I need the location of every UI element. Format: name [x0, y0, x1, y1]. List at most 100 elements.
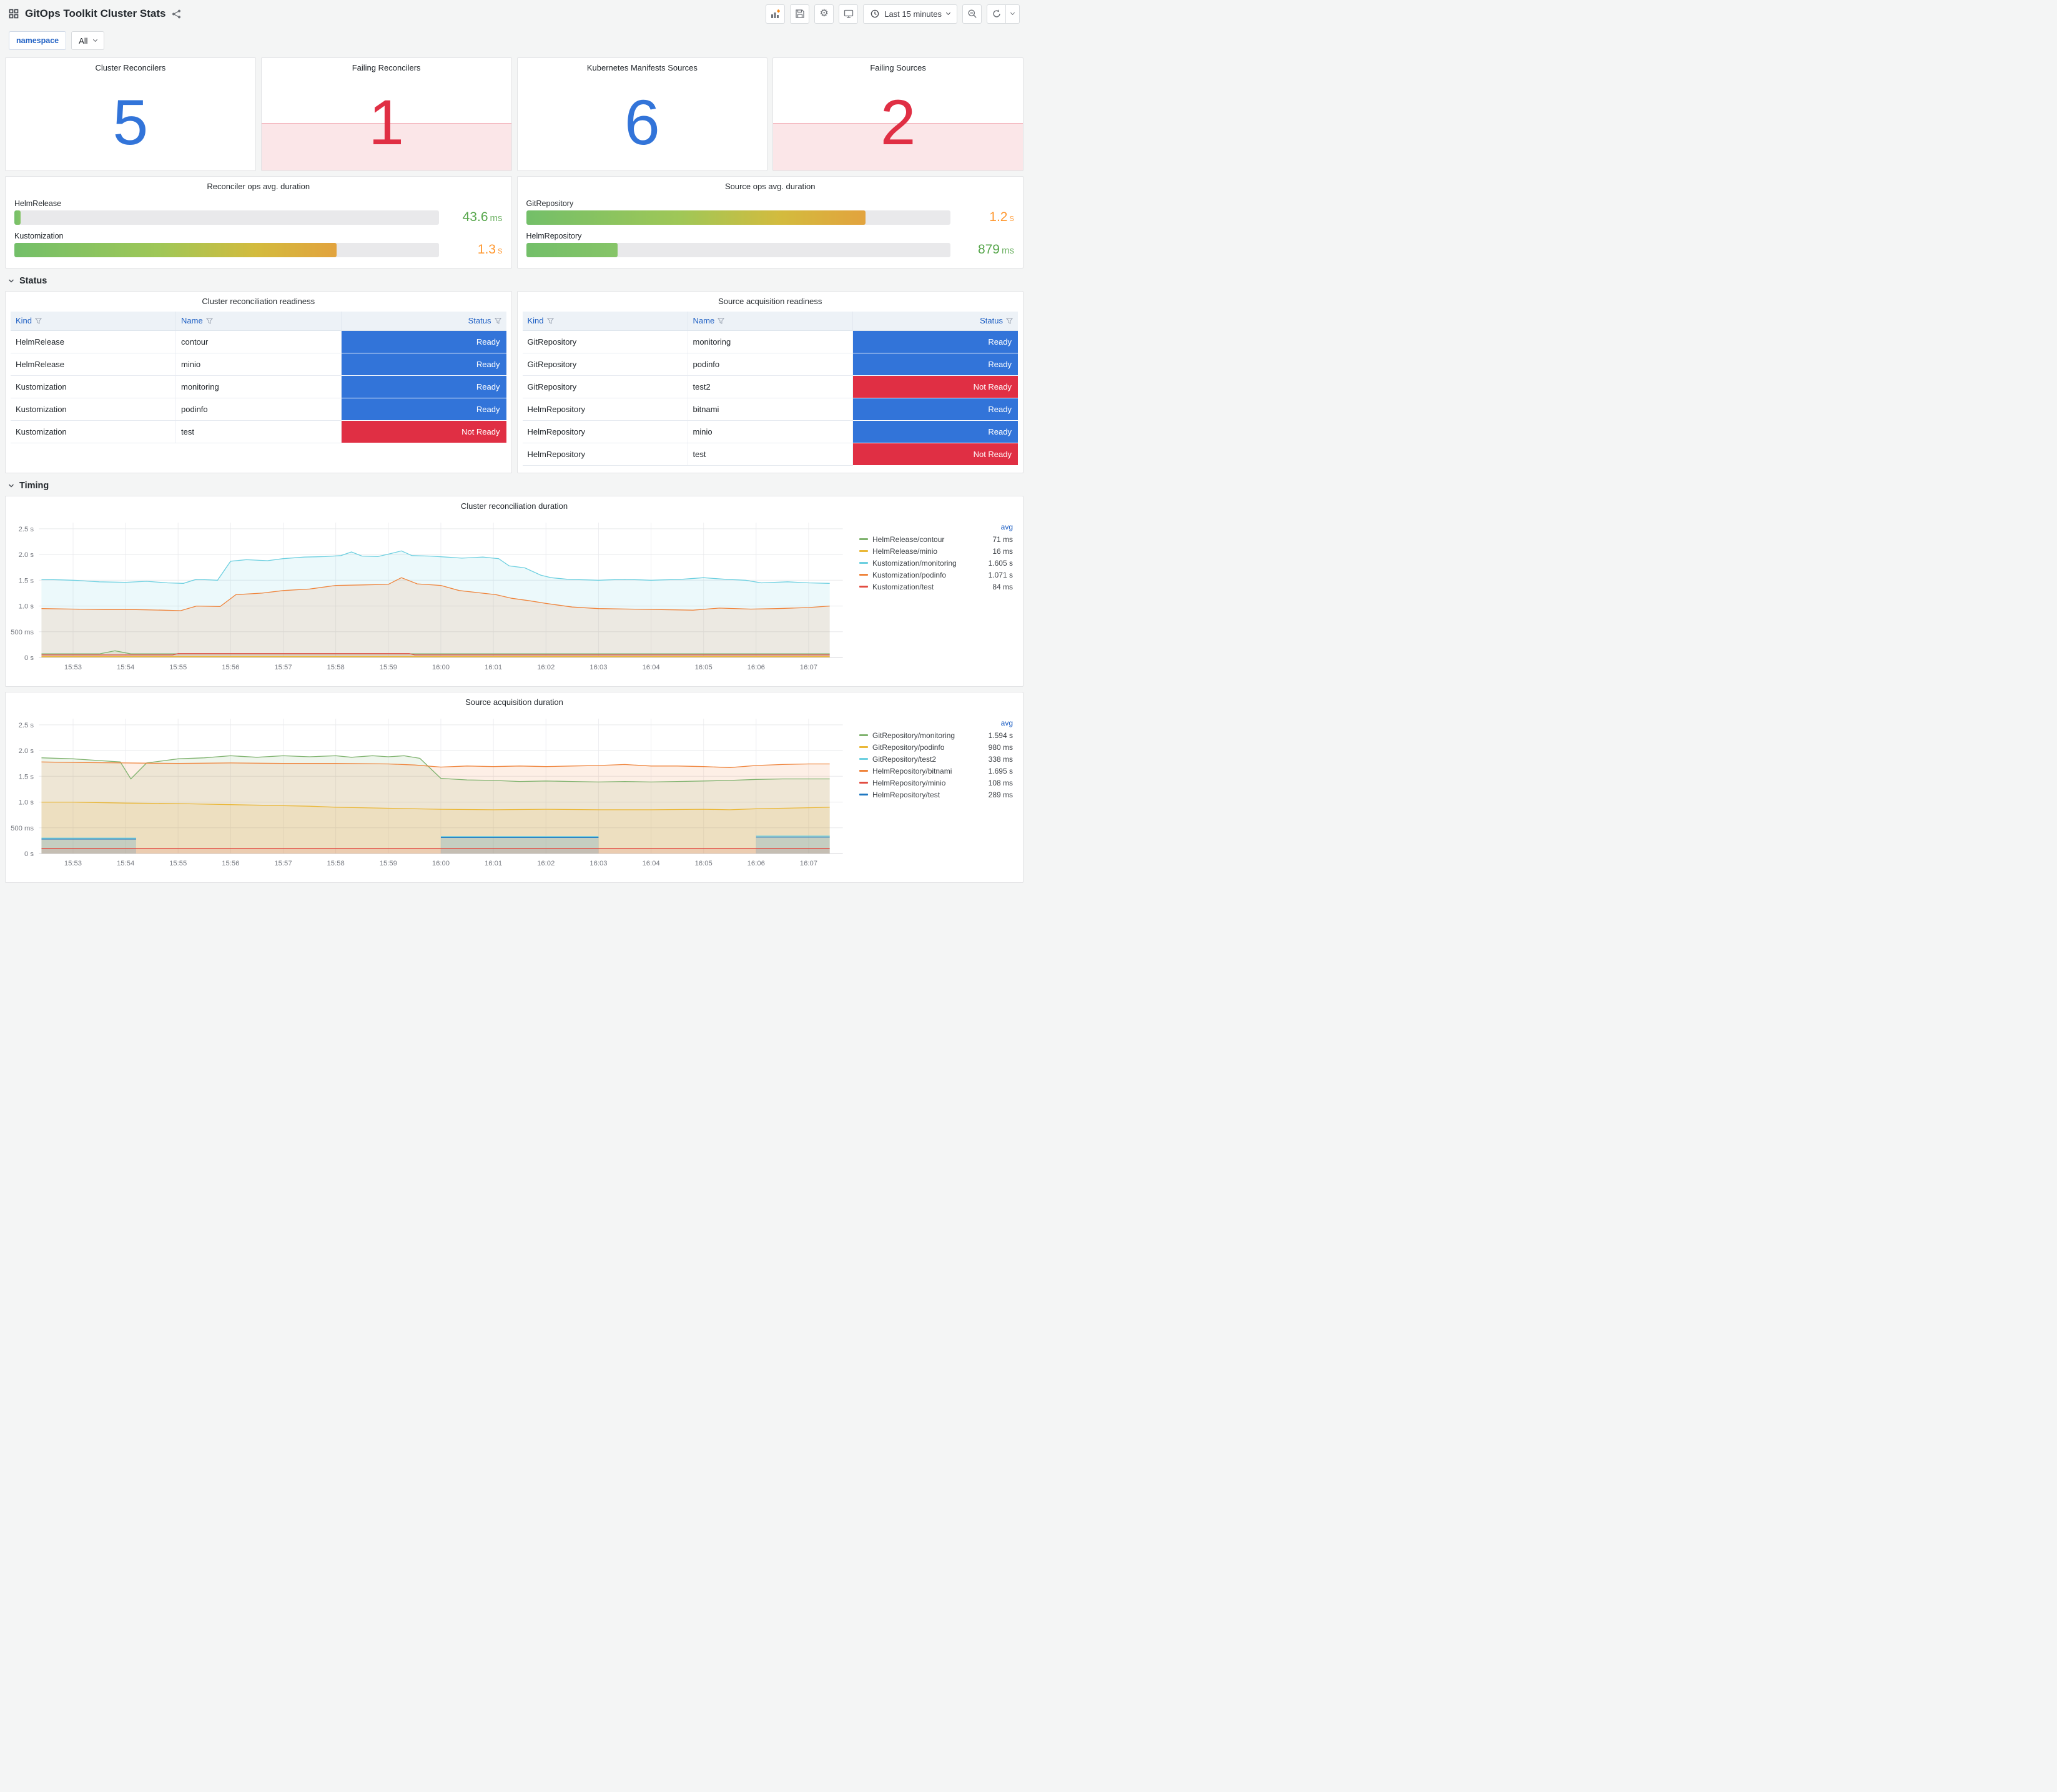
cell-kind: HelmRelease — [11, 330, 176, 353]
svg-text:16:05: 16:05 — [695, 664, 713, 671]
table-row: GitRepository podinfo Ready — [522, 353, 1018, 376]
svg-text:2.5 s: 2.5 s — [19, 722, 34, 729]
table-wrap: Kind Name Status GitRepository monitoring Rea… — [518, 310, 1024, 471]
svg-text:16:02: 16:02 — [537, 664, 555, 671]
section-timing[interactable]: Timing — [5, 476, 1024, 496]
legend-item[interactable]: GitRepository/test2 338 ms — [859, 753, 1013, 765]
svg-text:1.0 s: 1.0 s — [19, 799, 34, 807]
column-header-name[interactable]: Name — [175, 312, 342, 331]
filter-icon[interactable] — [205, 318, 213, 324]
tables-row: Cluster reconciliation readiness Kind Name… — [5, 291, 1024, 473]
chart-panel-0: Cluster reconciliation duration 15:53 15:5… — [5, 496, 1024, 687]
cell-status: Ready — [852, 398, 1018, 421]
variables-bar: namespace All — [5, 27, 1024, 57]
add-panel-button[interactable] — [766, 4, 786, 24]
svg-text:16:06: 16:06 — [747, 664, 765, 671]
column-header-kind[interactable]: Kind — [11, 312, 176, 331]
share-icon[interactable] — [172, 9, 181, 19]
cell-name: podinfo — [175, 398, 342, 421]
gauge-label: HelmRepository — [526, 232, 582, 240]
status-badge: Ready — [853, 398, 1018, 420]
gauge-value-number: 1.3 — [477, 242, 496, 257]
legend-item[interactable]: HelmRepository/minio 108 ms — [859, 777, 1013, 789]
legend-item[interactable]: HelmRelease/contour 71 ms — [859, 533, 1013, 545]
gauge-value-number: 879 — [977, 242, 1000, 257]
svg-text:15:58: 15:58 — [327, 664, 345, 671]
panel-title[interactable]: Source acquisition readiness — [518, 292, 1024, 310]
cell-kind: GitRepository — [522, 330, 688, 353]
gauge-bar-fill — [526, 210, 866, 225]
cell-status: Not Ready — [341, 420, 506, 443]
refresh-button[interactable] — [987, 4, 1006, 24]
status-badge: Not Ready — [853, 375, 1018, 398]
panel-title[interactable]: Cluster reconciliation readiness — [6, 292, 511, 310]
apps-icon[interactable] — [9, 9, 19, 19]
svg-text:0 s: 0 s — [24, 850, 34, 858]
svg-text:500 ms: 500 ms — [11, 629, 34, 636]
zoom-out-button[interactable] — [962, 4, 982, 24]
legend-series-avg: 1.071 s — [988, 570, 1013, 579]
tv-mode-button[interactable] — [839, 4, 859, 24]
variable-namespace-select[interactable]: All — [71, 31, 104, 50]
legend-item[interactable]: Kustomization/monitoring 1.605 s — [859, 557, 1013, 569]
legend-item[interactable]: GitRepository/monitoring 1.594 s — [859, 729, 1013, 741]
column-header-name[interactable]: Name — [688, 312, 853, 331]
gauge-bar-fill — [526, 242, 618, 257]
panel-title[interactable]: Source acquisition duration — [6, 692, 1023, 711]
svg-text:2.0 s: 2.0 s — [19, 551, 34, 559]
filter-icon[interactable] — [1005, 318, 1014, 324]
legend-item[interactable]: HelmRelease/minio 16 ms — [859, 545, 1013, 557]
filter-icon[interactable] — [494, 318, 501, 324]
svg-text:2.5 s: 2.5 s — [19, 526, 34, 533]
svg-text:16:03: 16:03 — [589, 664, 607, 671]
legend-item[interactable]: HelmRepository/bitnami 1.695 s — [859, 765, 1013, 777]
filter-icon[interactable] — [546, 318, 554, 324]
chart-body: 15:53 15:54 15:55 15:56 15:57 15:58 15:59 16:00… — [6, 515, 1023, 677]
table-row: Kustomization test Not Ready — [11, 420, 506, 443]
table-header-row: Kind Name Status — [522, 312, 1018, 331]
settings-button[interactable]: ⚙ — [814, 4, 834, 24]
source-acquisition-plot[interactable]: 15:53 15:54 15:55 15:56 15:57 15:58 15:59 16:00… — [7, 712, 852, 870]
status-badge: Ready — [853, 353, 1018, 375]
svg-text:16:00: 16:00 — [432, 860, 450, 867]
add-panel-icon — [771, 9, 781, 18]
legend-item[interactable]: Kustomization/podinfo 1.071 s — [859, 569, 1013, 581]
panel-title[interactable]: Source ops avg. duration — [518, 177, 1024, 195]
panel-title[interactable]: Cluster reconciliation duration — [6, 496, 1023, 515]
legend-series-name: HelmRepository/minio — [872, 778, 946, 787]
filter-icon[interactable] — [718, 318, 725, 324]
cell-status: Not Ready — [852, 443, 1018, 466]
legend-item[interactable]: Kustomization/test 84 ms — [859, 581, 1013, 593]
table-row: HelmRepository minio Ready — [522, 420, 1018, 443]
column-header-kind[interactable]: Kind — [522, 312, 688, 331]
svg-text:16:07: 16:07 — [800, 860, 817, 867]
column-header-label: Kind — [16, 316, 32, 326]
legend-series-name: GitRepository/monitoring — [872, 731, 955, 740]
filter-icon[interactable] — [34, 318, 42, 324]
legend-item[interactable]: HelmRepository/test 289 ms — [859, 789, 1013, 800]
legend-avg-header: avg — [1000, 719, 1013, 727]
table-body: HelmRelease contour Ready HelmRelease minio R… — [11, 330, 506, 443]
bar-gauge: Kustomization 1.3 s — [14, 232, 503, 257]
legend-series-avg: 16 ms — [992, 546, 1013, 556]
save-dashboard-button[interactable] — [790, 4, 810, 24]
stat-panel-0: Cluster Reconcilers 5 — [5, 57, 256, 171]
legend-series-avg: 1.594 s — [988, 731, 1013, 740]
save-icon — [796, 9, 804, 18]
column-header-status[interactable]: Status — [852, 312, 1018, 331]
gauge-value-number: 43.6 — [462, 210, 488, 224]
time-range-picker[interactable]: Last 15 minutes — [863, 4, 957, 24]
column-header-status[interactable]: Status — [341, 312, 506, 331]
status-badge: Not Ready — [853, 443, 1018, 465]
refresh-interval-dropdown[interactable] — [1006, 4, 1020, 24]
panel-title[interactable]: Reconciler ops avg. duration — [6, 177, 511, 195]
refresh-icon — [992, 9, 1000, 17]
svg-text:15:53: 15:53 — [64, 860, 82, 867]
cluster-reconciliation-plot[interactable]: 15:53 15:54 15:55 15:56 15:57 15:58 15:59 16:00… — [7, 516, 852, 674]
legend-item[interactable]: GitRepository/podinfo 980 ms — [859, 741, 1013, 753]
section-status[interactable]: Status — [5, 271, 1024, 291]
column-header-label: Name — [693, 316, 715, 326]
cell-status: Ready — [852, 420, 1018, 443]
series-color-swatch — [859, 586, 868, 588]
refresh-button-group — [987, 4, 1020, 24]
